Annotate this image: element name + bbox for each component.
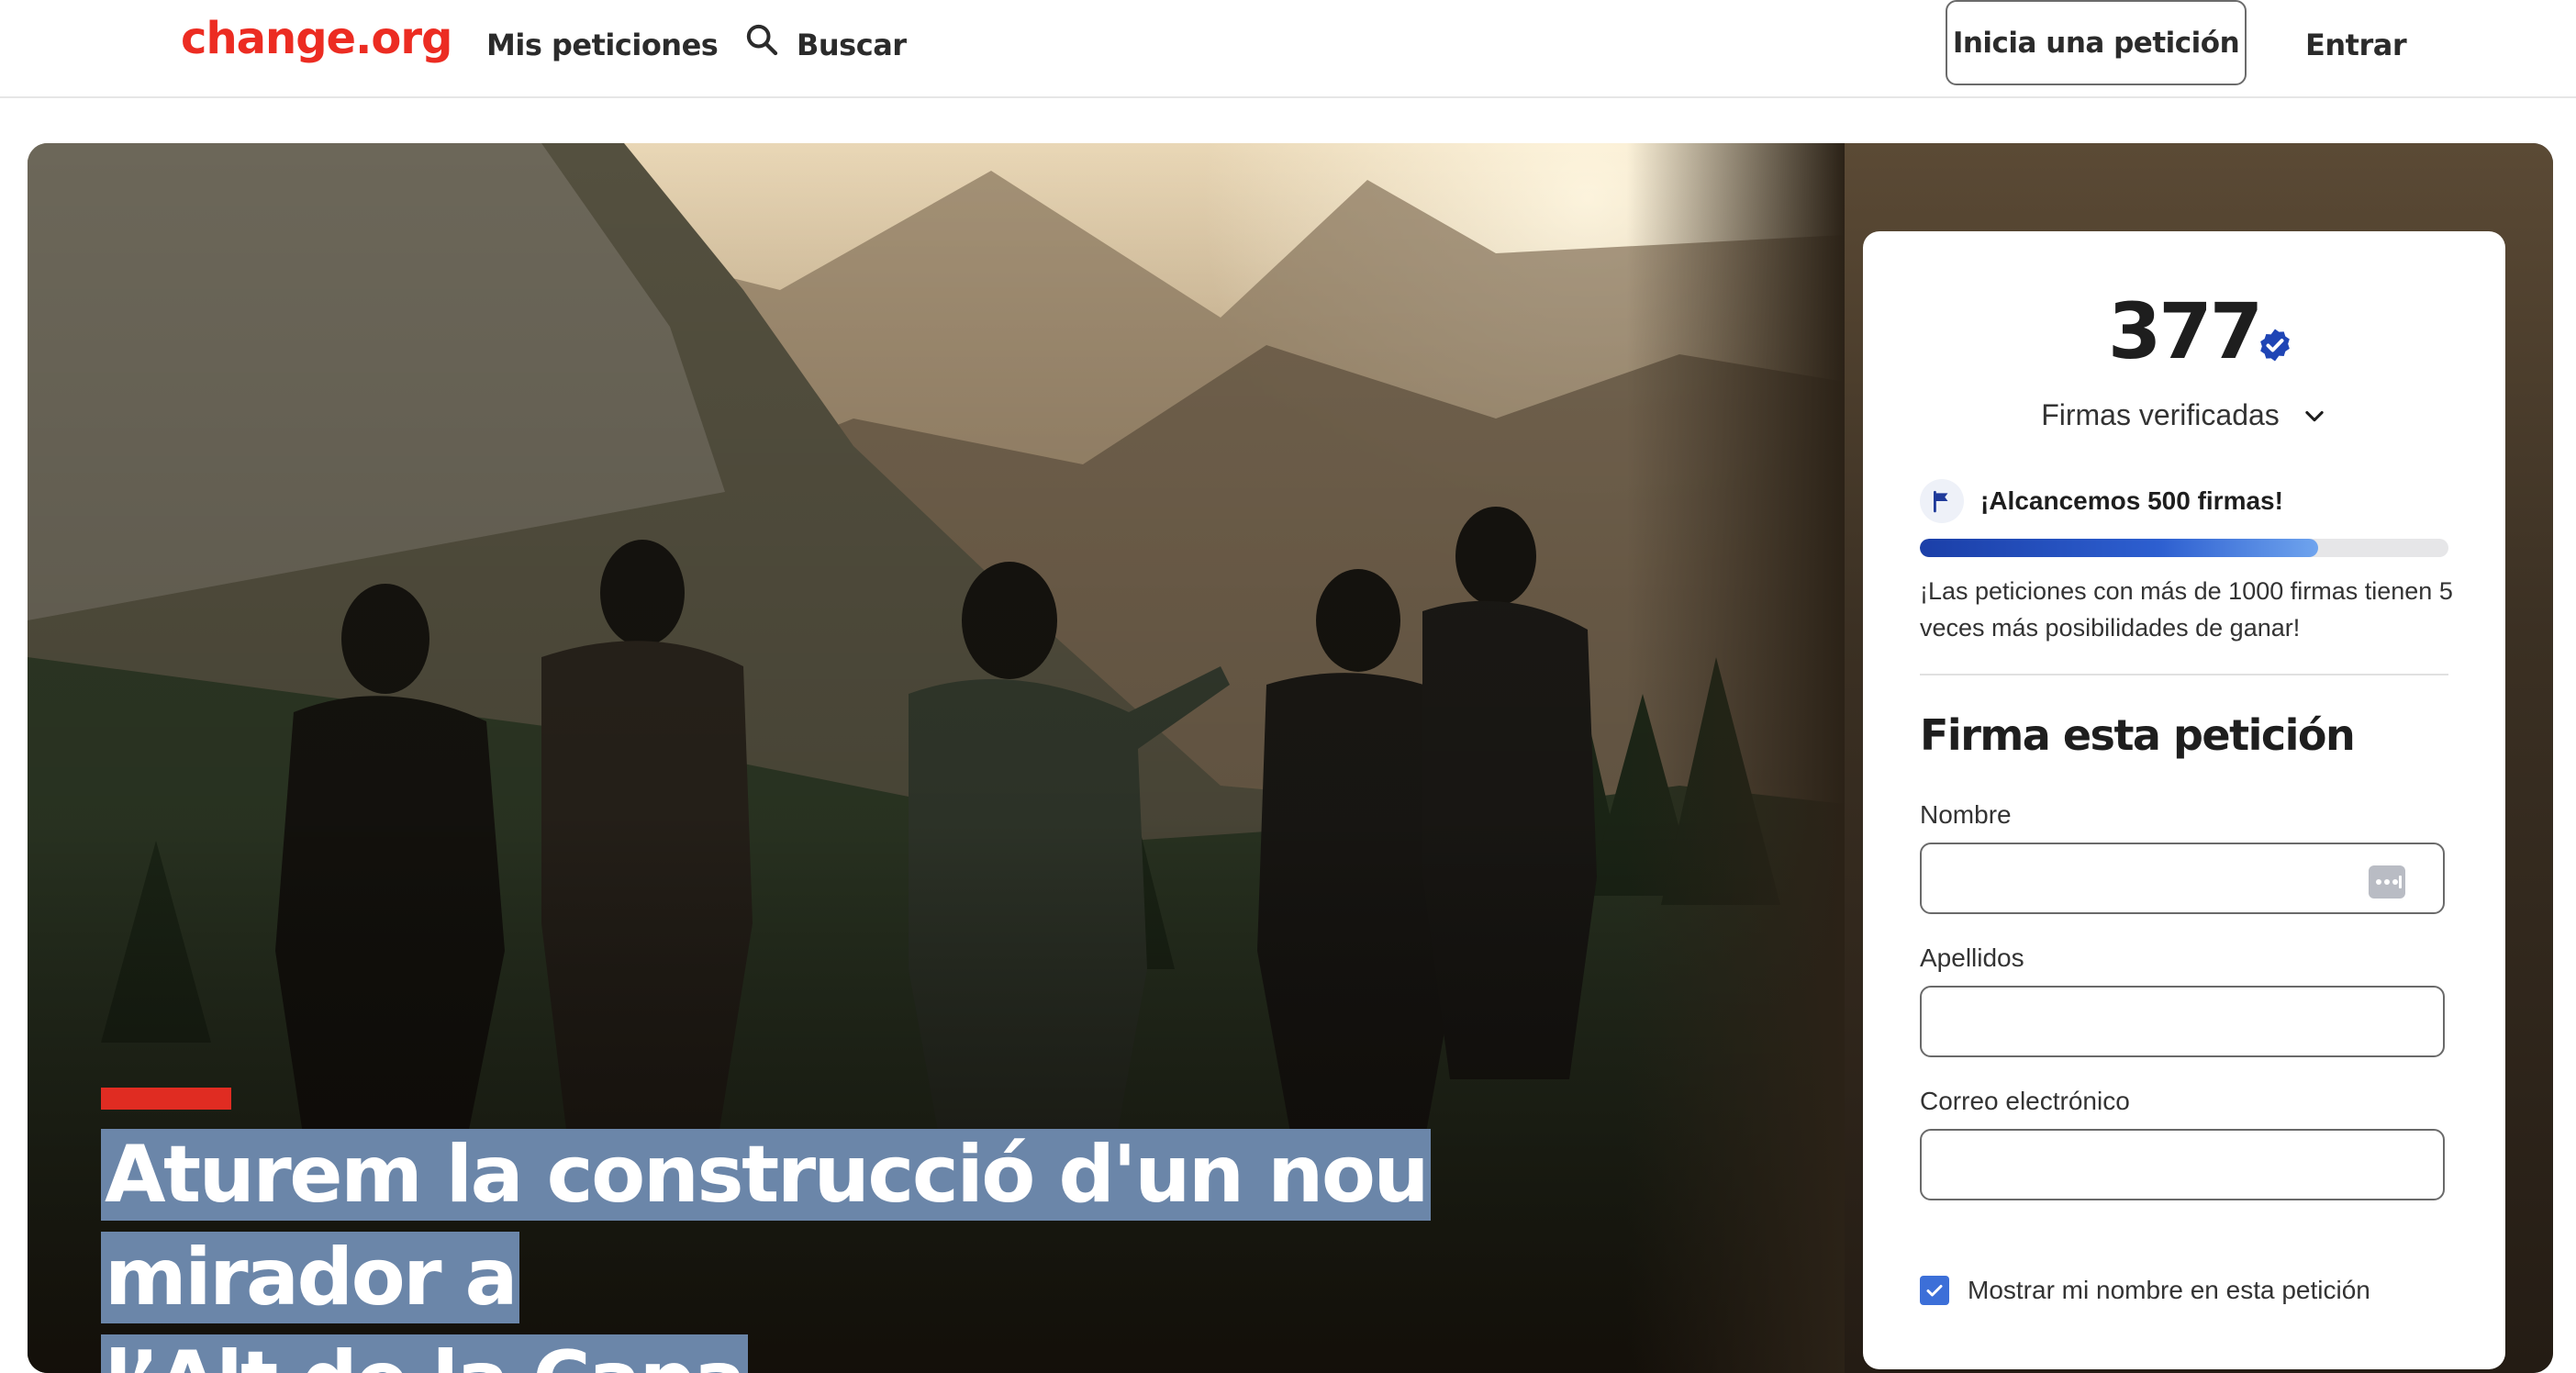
goal-note: ¡Las peticiones con más de 1000 firmas t…	[1920, 577, 2453, 642]
signature-count-row: 377	[1863, 286, 2505, 376]
first-name-label: Nombre	[1920, 800, 2012, 829]
signature-card: 377 Firmas verificadas ¡Alcancemos 500 f…	[1863, 231, 2505, 1369]
petition-title: Aturem la construcció d'un nou mirador a…	[101, 1123, 1753, 1373]
show-name-label: Mostrar mi nombre en esta petición	[1968, 1276, 2370, 1304]
chevron-down-icon	[2302, 403, 2327, 429]
verified-signatures-label: Firmas verificadas	[2041, 398, 2280, 431]
checkmark-icon	[1926, 1285, 1943, 1297]
verified-signatures-toggle[interactable]: Firmas verificadas	[1863, 398, 2505, 432]
flag-icon	[1920, 479, 1964, 523]
login-link[interactable]: Entrar	[2305, 24, 2407, 66]
goal-label: ¡Alcancemos 500 firmas!	[1980, 486, 2283, 515]
my-petitions-link[interactable]: Mis peticiones	[486, 24, 719, 66]
email-input[interactable]	[1920, 1129, 2445, 1200]
last-name-input[interactable]	[1920, 986, 2445, 1057]
top-navigation: change.org Mis peticiones Buscar Inicia …	[0, 0, 2576, 98]
show-name-option[interactable]: Mostrar mi nombre en esta petición	[1920, 1276, 2370, 1305]
signature-count-value: 377	[2107, 286, 2263, 376]
search-link[interactable]: Buscar	[743, 24, 907, 66]
petition-title-line-2: l’Alt de la Capa	[101, 1334, 749, 1373]
first-name-input[interactable]	[1920, 843, 2445, 914]
verified-badge-icon	[2257, 292, 2293, 362]
signature-count: 377	[2107, 286, 2291, 376]
sign-form-title: Firma esta petición	[1920, 710, 2356, 760]
search-icon	[743, 21, 780, 69]
card-divider	[1920, 674, 2448, 675]
title-accent-bar	[101, 1088, 231, 1110]
change-org-logo[interactable]: change.org	[181, 13, 452, 64]
goal-row: ¡Alcancemos 500 firmas!	[1920, 479, 2283, 523]
signature-progress-fill	[1920, 539, 2319, 557]
autofill-key-icon[interactable]	[2368, 865, 2406, 899]
show-name-checkbox[interactable]	[1920, 1276, 1949, 1305]
petition-title-line-1: Aturem la construcció d'un nou mirador a	[101, 1129, 1432, 1323]
email-label: Correo electrónico	[1920, 1087, 2130, 1115]
search-label: Buscar	[797, 28, 907, 62]
start-petition-button[interactable]: Inicia una petición	[1946, 0, 2247, 85]
signature-progress-bar	[1920, 539, 2448, 557]
last-name-label: Apellidos	[1920, 943, 2024, 972]
